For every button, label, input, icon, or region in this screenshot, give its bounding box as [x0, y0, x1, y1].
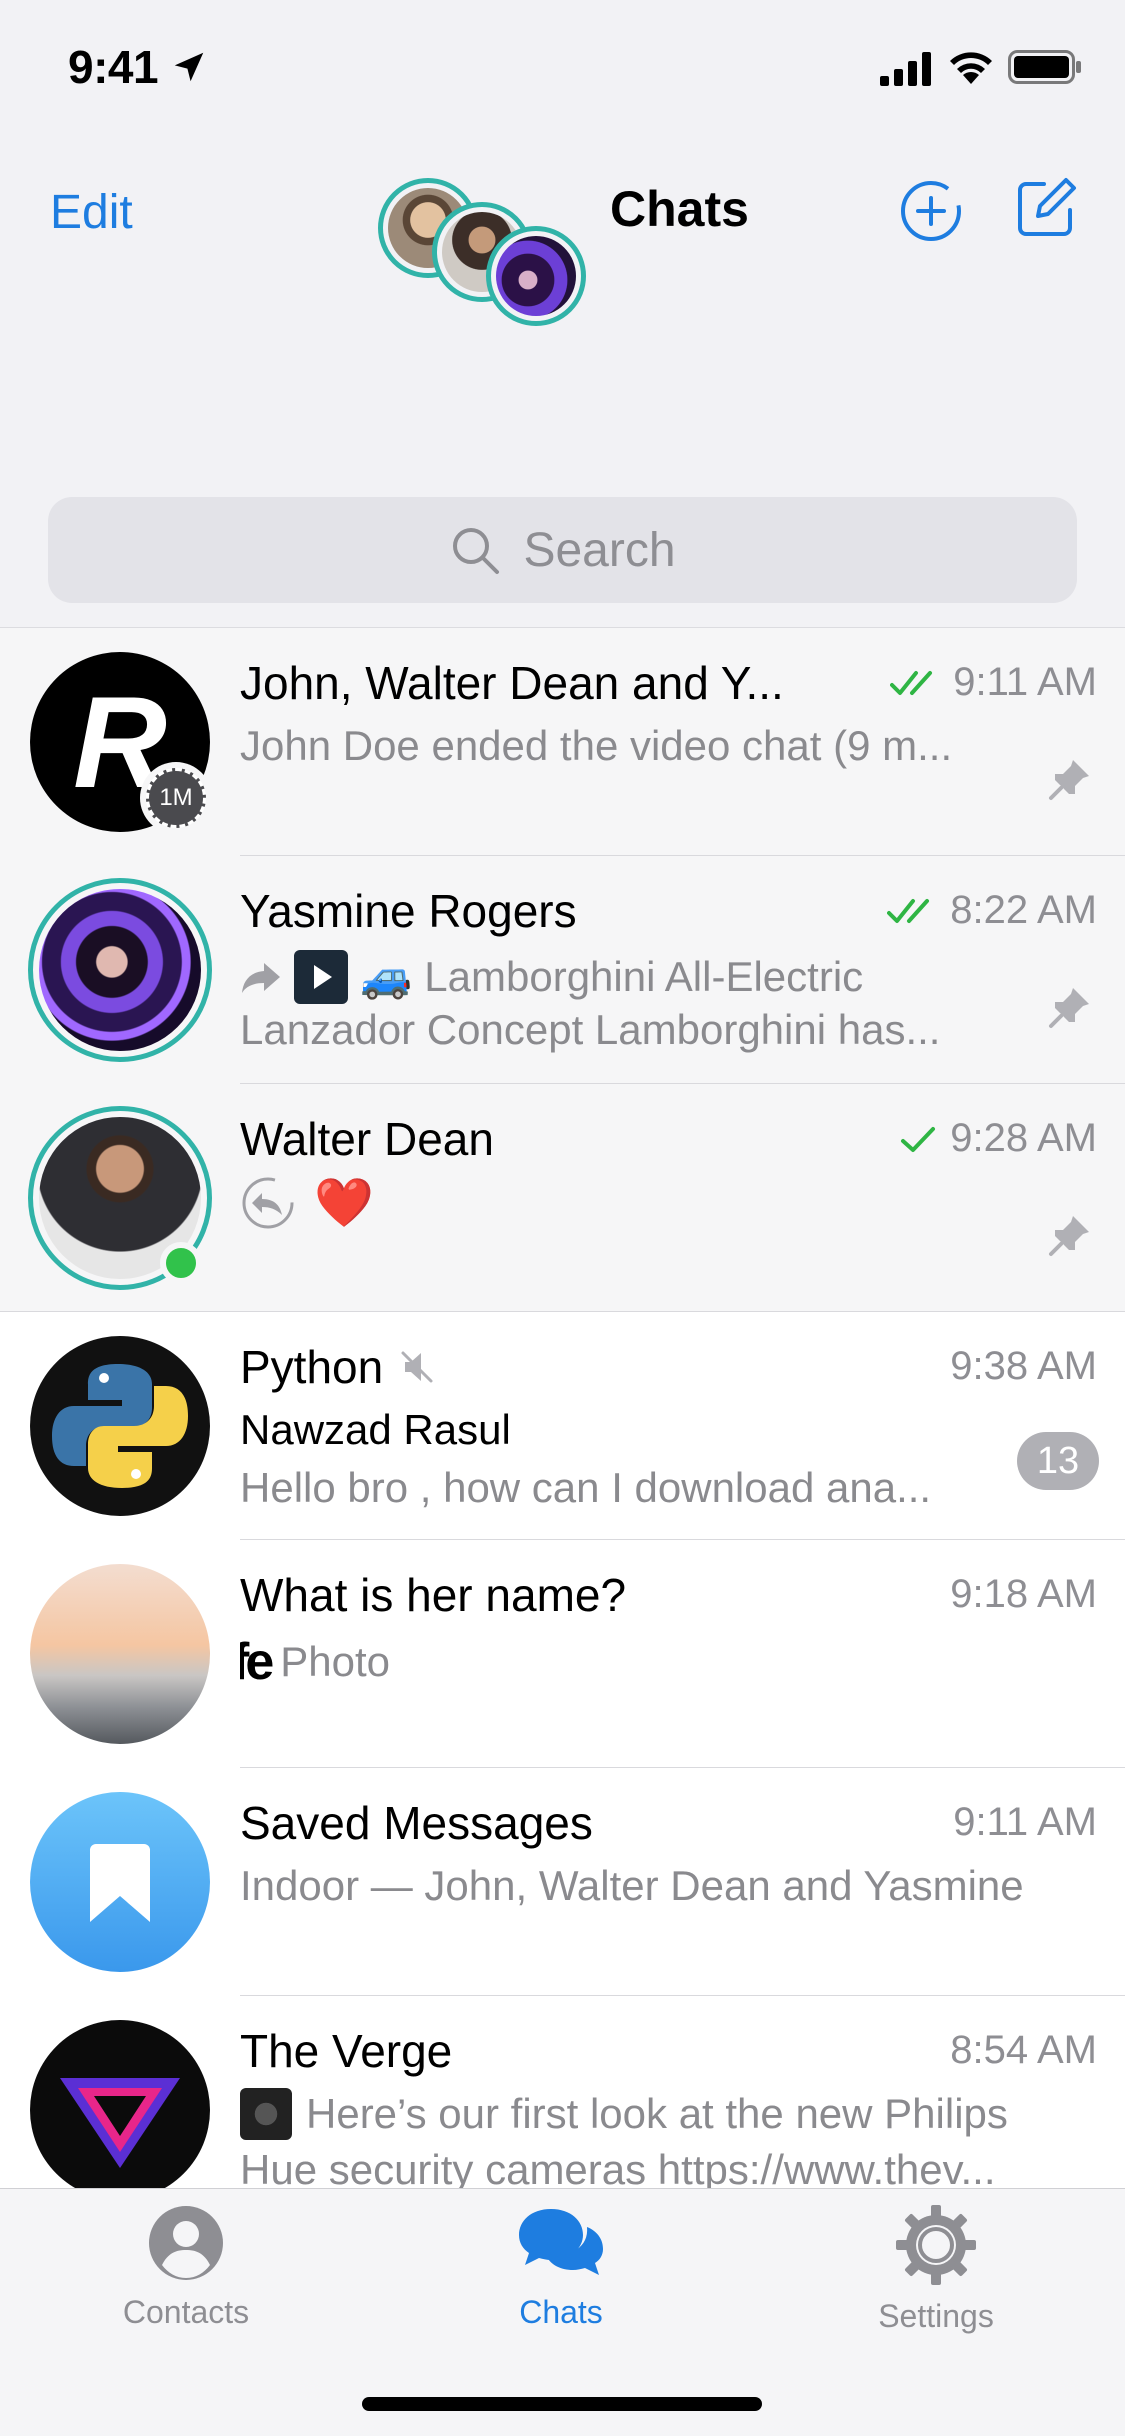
chat-time: 9:11 AM [953, 1800, 1097, 1844]
tab-contacts[interactable]: Contacts [86, 2203, 286, 2331]
search-input[interactable]: Search [48, 497, 1077, 603]
story-ring [28, 878, 212, 1062]
double-check-icon [887, 899, 930, 924]
tab-label: Settings [878, 2298, 994, 2334]
chat-preview: Here’s our first look at the new Philips [306, 2090, 1008, 2137]
chat-time-row: 9:11 AM [890, 660, 1097, 705]
video-thumb-icon [294, 950, 348, 1004]
pin-icon [1049, 988, 1089, 1028]
forward-icon [242, 963, 280, 993]
python-logo-icon [52, 1364, 188, 1488]
chat-name: Saved Messages [240, 1797, 593, 1849]
avatar [30, 2020, 210, 2200]
chat-time: 9:18 AM [950, 1572, 1097, 1616]
compose-icon[interactable] [1014, 176, 1078, 240]
chat-preview-second-line: Hue security cameras https://www.thev... [240, 2146, 996, 2193]
chat-preview: Hello bro , how can I download ana... [240, 1464, 932, 1511]
reply-icon [242, 1177, 294, 1228]
chat-bubbles-icon [519, 2209, 603, 2275]
chat-name: Walter Dean [240, 1113, 494, 1165]
cellular-signal-icon [880, 52, 931, 86]
chat-row[interactable]: R 1M John, Walter Dean and Y... 9:11 AM … [0, 628, 1125, 856]
search-icon [453, 528, 500, 574]
home-indicator [362, 2397, 762, 2411]
plus-circle-icon[interactable] [898, 178, 964, 244]
chat-row[interactable]: Python 9:38 AM Nawzad Rasul Hello bro , … [0, 1312, 1125, 1540]
story-avatar[interactable] [486, 226, 586, 326]
page-title: Chats [610, 181, 749, 237]
chat-preview: Lamborghini All-Electric [424, 953, 864, 1000]
photo-thumb: fe [240, 1633, 274, 1691]
tab-chats[interactable]: Chats [461, 2203, 661, 2331]
avatar [30, 1564, 210, 1744]
stories-row[interactable] [378, 178, 618, 328]
chat-time: 8:54 AM [950, 2028, 1097, 2072]
chat-time: 9:11 AM [953, 660, 1097, 704]
chat-row[interactable]: What is her name? 9:18 AM fe Photo [0, 1540, 1125, 1768]
tab-label: Chats [519, 2294, 603, 2330]
chat-preview: Photo [280, 1638, 391, 1685]
double-check-icon [890, 671, 933, 696]
online-indicator [160, 1242, 202, 1284]
battery-icon [1008, 50, 1081, 84]
chat-preview-row: ❤️ [240, 1174, 374, 1231]
location-arrow-icon [174, 52, 204, 82]
avatar [30, 1336, 210, 1516]
chat-name: John, Walter Dean and Y... [240, 657, 784, 709]
chat-time-row: 8:22 AM [887, 888, 1097, 933]
chat-preview-row: 🚙 Lamborghini All-Electric [240, 950, 863, 1004]
car-emoji-icon: 🚙 [360, 952, 413, 1000]
avatar [39, 889, 201, 1051]
pin-icon [1049, 760, 1089, 800]
chat-time: 9:28 AM [950, 1116, 1097, 1160]
tab-settings[interactable]: Settings [836, 2203, 1036, 2335]
gear-icon [896, 2205, 976, 2285]
chat-row[interactable]: Saved Messages 9:11 AM Indoor — John, Wa… [0, 1768, 1125, 1996]
chat-preview-second-line: Lanzador Concept Lamborghini has... [240, 1006, 941, 1053]
chat-preview: ❤️ [314, 1177, 374, 1230]
media-badge-label: 1M [146, 768, 206, 828]
tab-label: Contacts [122, 2294, 250, 2330]
chat-row[interactable]: Yasmine Rogers 8:22 AM 🚙 Lamborghini All… [0, 856, 1125, 1084]
chat-name-row: Python [240, 1340, 437, 1394]
chat-preview: John Doe ended the video chat (9 m... [240, 722, 953, 769]
pin-icon [1049, 1216, 1089, 1256]
check-icon [901, 1127, 936, 1153]
unread-badge: 13 [1017, 1432, 1099, 1490]
chat-name: What is her name? [240, 1569, 627, 1621]
chat-time: 8:22 AM [950, 888, 1097, 932]
chat-row[interactable]: Walter Dean 9:28 AM ❤️ [0, 1084, 1125, 1312]
edit-button[interactable]: Edit [50, 185, 133, 240]
avatar [30, 1792, 210, 1972]
chat-name: Yasmine Rogers [240, 885, 577, 937]
media-badge: 1M [140, 762, 212, 834]
search-placeholder: Search [523, 523, 676, 577]
wifi-icon [950, 52, 992, 84]
chat-time: 9:38 AM [950, 1344, 1097, 1388]
the-verge-logo-icon [60, 2078, 180, 2168]
chat-preview-row: fe Photo [240, 1632, 390, 1692]
chat-preview: Indoor — John, Walter Dean and Yasmine [240, 1862, 1024, 1909]
chat-name: Python [240, 1341, 384, 1393]
chat-time-row: 9:28 AM [899, 1116, 1097, 1161]
status-time: 9:41 [68, 41, 159, 93]
chat-preview-row: Here’s our first look at the new Philips [240, 2088, 1008, 2140]
thumbnail-image [240, 2088, 292, 2140]
bookmark-icon [90, 1844, 150, 1922]
chat-name: The Verge [240, 2025, 453, 2077]
mute-icon [401, 1351, 433, 1383]
chat-sender: Nawzad Rasul [240, 1406, 511, 1453]
person-icon [149, 2206, 223, 2280]
